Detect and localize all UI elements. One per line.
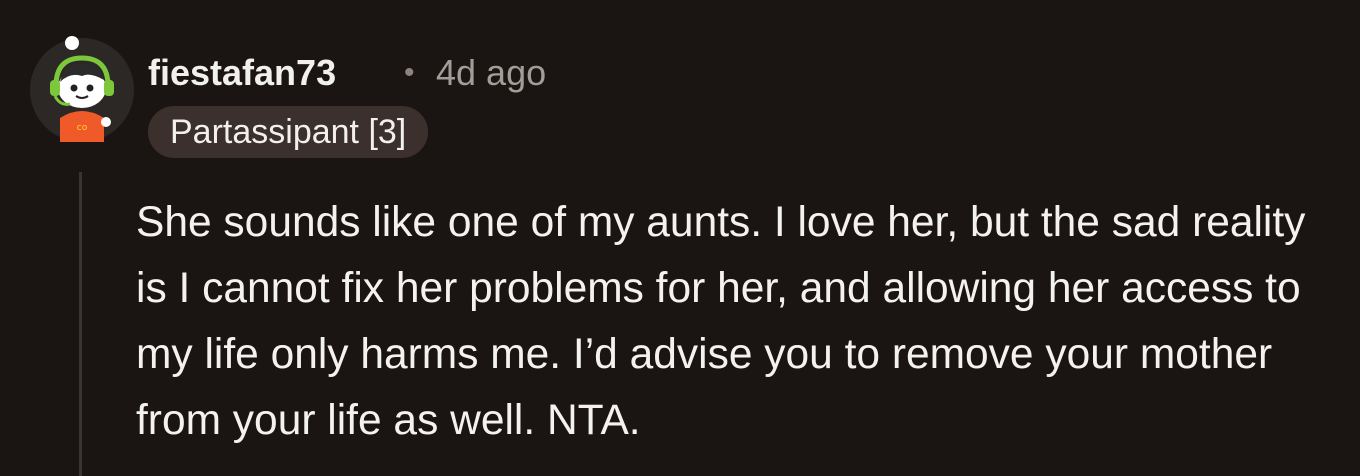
thread-line[interactable] (79, 172, 82, 476)
online-status-dot (65, 36, 79, 50)
comment: co fiestafan73 • 4d ago Partassipant [3]… (0, 0, 1360, 476)
snoo-avatar-icon: co (30, 38, 134, 142)
meta-separator: • (404, 56, 415, 89)
comment-timestamp[interactable]: 4d ago (436, 52, 546, 94)
avatar[interactable]: co (30, 38, 134, 142)
svg-text:co: co (77, 123, 88, 133)
user-flair-badge: Partassipant [3] (148, 106, 429, 158)
comment-body: She sounds like one of my aunts. I love … (136, 199, 1306, 444)
username-link[interactable]: fiestafan73 (148, 52, 336, 94)
